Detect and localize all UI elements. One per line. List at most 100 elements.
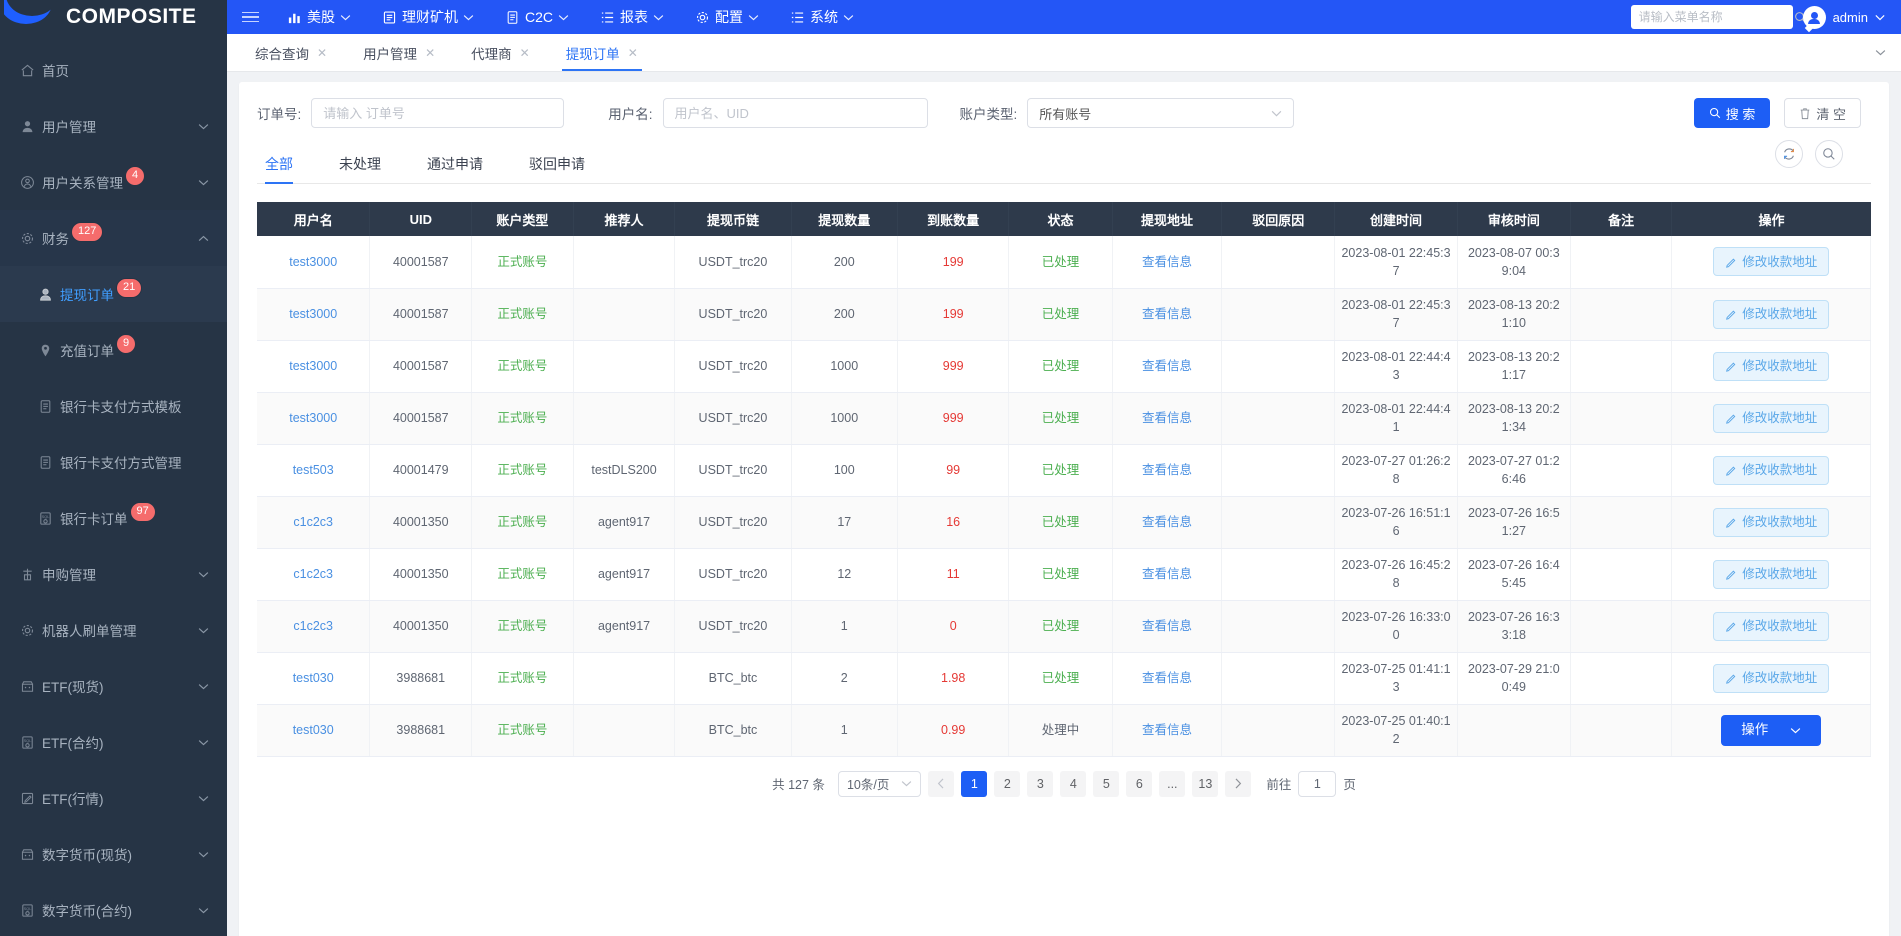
cell-username-text[interactable]: test3000 [289, 411, 337, 425]
pagination-page-7[interactable]: 13 [1192, 771, 1218, 797]
cell-address-text[interactable]: 查看信息 [1142, 411, 1192, 425]
account-type-select[interactable]: 所有账号 [1027, 98, 1294, 128]
cell-username-text[interactable]: test030 [293, 671, 334, 685]
cell-account-type-text[interactable]: 正式账号 [497, 463, 547, 477]
edit-address-button[interactable]: 修改收款地址 [1713, 508, 1829, 537]
topnav-item-0[interactable]: 美股 [273, 0, 365, 34]
status-subtab-0[interactable]: 全部 [265, 154, 293, 183]
topnav-item-3[interactable]: 报表 [586, 0, 678, 34]
username-input[interactable] [663, 98, 928, 128]
cell-username-text[interactable]: test503 [293, 463, 334, 477]
cell-address-text[interactable]: 查看信息 [1142, 255, 1192, 269]
edit-address-button[interactable]: 修改收款地址 [1713, 352, 1829, 381]
sidebar-item-11[interactable]: ETF(现货) [0, 658, 227, 714]
cell-address-text[interactable]: 查看信息 [1142, 619, 1192, 633]
sidebar-item-6[interactable]: 银行卡支付方式模板 [0, 378, 227, 434]
chevron-up-icon[interactable] [198, 235, 209, 242]
sidebar-item-4[interactable]: 提现订单21 [0, 266, 227, 322]
cell-address-text[interactable]: 查看信息 [1142, 463, 1192, 477]
pagination-next[interactable] [1225, 771, 1251, 797]
cell-address-text[interactable]: 查看信息 [1142, 723, 1192, 737]
edit-address-button[interactable]: 修改收款地址 [1713, 612, 1829, 641]
edit-address-button[interactable]: 修改收款地址 [1713, 247, 1829, 276]
sidebar-item-13[interactable]: ETF(行情) [0, 770, 227, 826]
page-tab-1[interactable]: 用户管理✕ [345, 34, 453, 71]
close-icon[interactable]: ✕ [628, 46, 638, 60]
tabbar-collapse-button[interactable] [1859, 34, 1901, 71]
chevron-down-icon[interactable] [198, 123, 209, 130]
cell-account-type-text[interactable]: 正式账号 [497, 515, 547, 529]
sidebar-item-15[interactable]: SQL数字货币(合约) [0, 882, 227, 936]
cell-address-text[interactable]: 查看信息 [1142, 671, 1192, 685]
chevron-down-icon[interactable] [198, 907, 209, 914]
edit-address-button[interactable]: 修改收款地址 [1713, 664, 1829, 693]
sidebar-item-9[interactable]: 申购管理 [0, 546, 227, 602]
pagination-prev[interactable] [928, 771, 954, 797]
sidebar-item-12[interactable]: SQLETF(合约) [0, 714, 227, 770]
cell-address-text[interactable]: 查看信息 [1142, 567, 1192, 581]
pagination-page-6[interactable]: ... [1159, 771, 1185, 797]
refresh-icon[interactable] [1775, 140, 1803, 168]
chevron-down-icon[interactable] [198, 851, 209, 858]
edit-address-button[interactable]: 修改收款地址 [1713, 300, 1829, 329]
cell-username-text[interactable]: c1c2c3 [293, 567, 333, 581]
page-tab-2[interactable]: 代理商✕ [453, 34, 548, 71]
close-icon[interactable]: ✕ [317, 46, 327, 60]
page-size-select[interactable]: 10条/页 [838, 771, 921, 797]
pagination-page-0[interactable]: 1 [961, 771, 987, 797]
status-subtab-1[interactable]: 未处理 [339, 154, 381, 183]
cell-username-text[interactable]: test3000 [289, 255, 337, 269]
zoom-search-icon[interactable] [1815, 140, 1843, 168]
cell-address-text[interactable]: 查看信息 [1142, 359, 1192, 373]
sidebar-item-0[interactable]: 首页 [0, 42, 227, 98]
menu-search-input[interactable] [1639, 10, 1794, 24]
chevron-down-icon[interactable] [198, 683, 209, 690]
chevron-down-icon[interactable] [198, 739, 209, 746]
sidebar-item-5[interactable]: 充值订单9 [0, 322, 227, 378]
order-input[interactable] [311, 98, 564, 128]
sidebar-item-1[interactable]: 用户管理 [0, 98, 227, 154]
pagination-page-3[interactable]: 4 [1060, 771, 1086, 797]
sidebar-item-14[interactable]: 数字货币(现货) [0, 826, 227, 882]
pagination-page-1[interactable]: 2 [994, 771, 1020, 797]
cell-username-text[interactable]: test3000 [289, 307, 337, 321]
cell-username-text[interactable]: test3000 [289, 359, 337, 373]
topnav-item-4[interactable]: 配置 [681, 0, 773, 34]
sidebar-item-7[interactable]: 银行卡支付方式管理 [0, 434, 227, 490]
cell-account-type-text[interactable]: 正式账号 [497, 723, 547, 737]
sidebar-item-10[interactable]: 机器人刷单管理 [0, 602, 227, 658]
cell-address-text[interactable]: 查看信息 [1142, 307, 1192, 321]
cell-username-text[interactable]: c1c2c3 [293, 515, 333, 529]
topnav-item-1[interactable]: 理财矿机 [368, 0, 488, 34]
status-subtab-2[interactable]: 通过申请 [427, 154, 483, 183]
user-menu[interactable]: admin [1803, 6, 1895, 29]
pagination-page-5[interactable]: 6 [1126, 771, 1152, 797]
menu-search[interactable] [1631, 5, 1793, 29]
pagination-jump-input[interactable] [1298, 771, 1336, 797]
cell-account-type-text[interactable]: 正式账号 [497, 255, 547, 269]
chevron-down-icon[interactable] [198, 795, 209, 802]
close-icon[interactable]: ✕ [425, 46, 435, 60]
clear-button[interactable]: 清 空 [1784, 98, 1861, 128]
sidebar-item-8[interactable]: SQL银行卡订单97 [0, 490, 227, 546]
cell-account-type-text[interactable]: 正式账号 [497, 567, 547, 581]
cell-account-type-text[interactable]: 正式账号 [497, 359, 547, 373]
cell-username-text[interactable]: test030 [293, 723, 334, 737]
chevron-down-icon[interactable] [198, 179, 209, 186]
chevron-down-icon[interactable] [198, 627, 209, 634]
page-tab-0[interactable]: 综合查询✕ [237, 34, 345, 71]
cell-address-text[interactable]: 查看信息 [1142, 515, 1192, 529]
edit-address-button[interactable]: 修改收款地址 [1713, 560, 1829, 589]
close-icon[interactable]: ✕ [520, 46, 530, 60]
hamburger-icon[interactable] [227, 0, 273, 34]
operations-dropdown-button[interactable]: 操作 [1721, 715, 1821, 746]
topnav-item-2[interactable]: C2C [491, 0, 583, 34]
chevron-down-icon[interactable] [198, 571, 209, 578]
pagination-page-2[interactable]: 3 [1027, 771, 1053, 797]
search-button[interactable]: 搜 索 [1694, 98, 1771, 128]
cell-username-text[interactable]: c1c2c3 [293, 619, 333, 633]
edit-address-button[interactable]: 修改收款地址 [1713, 456, 1829, 485]
pagination-page-4[interactable]: 5 [1093, 771, 1119, 797]
status-subtab-3[interactable]: 驳回申请 [529, 154, 585, 183]
cell-account-type-text[interactable]: 正式账号 [497, 411, 547, 425]
